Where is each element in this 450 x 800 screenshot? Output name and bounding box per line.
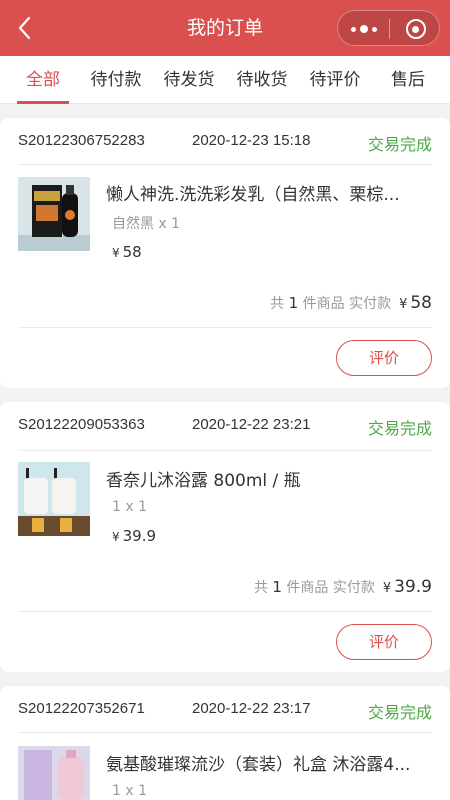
review-button[interactable]: 评价: [336, 624, 432, 660]
product-name[interactable]: 懒人神洗.洗洗彩发乳（自然黑、栗棕...: [106, 180, 430, 205]
gift-box-set-image[interactable]: [18, 746, 90, 800]
mini-program-capsule: [337, 10, 440, 46]
active-tab-indicator: [17, 101, 69, 104]
order-status: 交易完成: [367, 135, 432, 154]
currency-symbol: ¥: [112, 246, 120, 260]
top-nav-bar: 我的订单: [0, 0, 450, 56]
order-card: S20122207352671 2020-12-22 23:17 交易完成 氨基…: [0, 686, 450, 800]
total-amount: 58: [410, 293, 432, 313]
order-status: 交易完成: [367, 419, 432, 438]
product-spec: 自然黑 x 1: [112, 216, 181, 232]
divider: [18, 611, 432, 612]
body-wash-bottles-image[interactable]: [18, 462, 90, 536]
order-card: S20122209053363 2020-12-22 23:21 交易完成 香奈…: [0, 402, 450, 672]
summary-prefix: 共: [253, 580, 268, 596]
order-number: S20122306752283: [18, 132, 145, 149]
divider: [18, 732, 432, 733]
order-time: 2020-12-22 23:21: [192, 416, 311, 433]
target-close-icon[interactable]: [390, 11, 441, 47]
order-status-tabs: 全部 待付款 待发货 待收货 待评价 售后: [0, 56, 450, 104]
tab-after-sales[interactable]: 售后: [384, 56, 432, 104]
price-value: 39.9: [122, 527, 157, 545]
summary-unit: 件商品: [286, 580, 329, 596]
review-button[interactable]: 评价: [336, 340, 432, 376]
tab-pending-shipment[interactable]: 待发货: [157, 56, 221, 104]
summary-unit: 件商品: [302, 296, 345, 312]
paid-label: 实付款: [349, 296, 392, 312]
product-spec: 1 x 1: [112, 499, 147, 515]
more-dots-icon[interactable]: [338, 11, 389, 47]
product-price: ¥58: [112, 243, 142, 261]
tab-pending-receipt[interactable]: 待收货: [230, 56, 294, 104]
tab-pending-payment[interactable]: 待付款: [84, 56, 148, 104]
tab-all[interactable]: 全部: [14, 56, 72, 104]
currency-symbol: ¥: [399, 297, 408, 312]
product-name[interactable]: 香奈儿沐浴露 800ml / 瓶: [106, 466, 430, 491]
order-number: S20122207352671: [18, 700, 145, 717]
divider: [18, 450, 432, 451]
item-count: 1: [272, 578, 282, 596]
order-card: S20122306752283 2020-12-23 15:18 交易完成 懒人…: [0, 118, 450, 388]
total-amount: 39.9: [394, 577, 432, 597]
order-number: S20122209053363: [18, 416, 145, 433]
product-name[interactable]: 氨基酸璀璨流沙（套装）礼盒 沐浴露4...: [106, 750, 430, 775]
divider: [18, 327, 432, 328]
product-spec: 1 x 1: [112, 783, 147, 799]
paid-label: 实付款: [332, 580, 375, 596]
order-time: 2020-12-22 23:17: [192, 700, 311, 717]
hair-dye-bottle-image[interactable]: [18, 177, 90, 251]
order-status: 交易完成: [367, 703, 432, 722]
order-time: 2020-12-23 15:18: [192, 132, 311, 149]
order-summary: 共 1 件商品 实付款 ¥39.9: [254, 577, 432, 597]
item-count: 1: [288, 294, 299, 312]
product-price: ¥39.9: [112, 527, 156, 545]
tab-pending-review[interactable]: 待评价: [303, 56, 367, 104]
summary-prefix: 共: [270, 296, 285, 312]
currency-symbol: ¥: [112, 530, 120, 544]
price-value: 58: [122, 243, 142, 261]
divider: [18, 164, 432, 165]
currency-symbol: ¥: [382, 581, 392, 596]
order-summary: 共 1 件商品 实付款 ¥58: [270, 293, 432, 313]
